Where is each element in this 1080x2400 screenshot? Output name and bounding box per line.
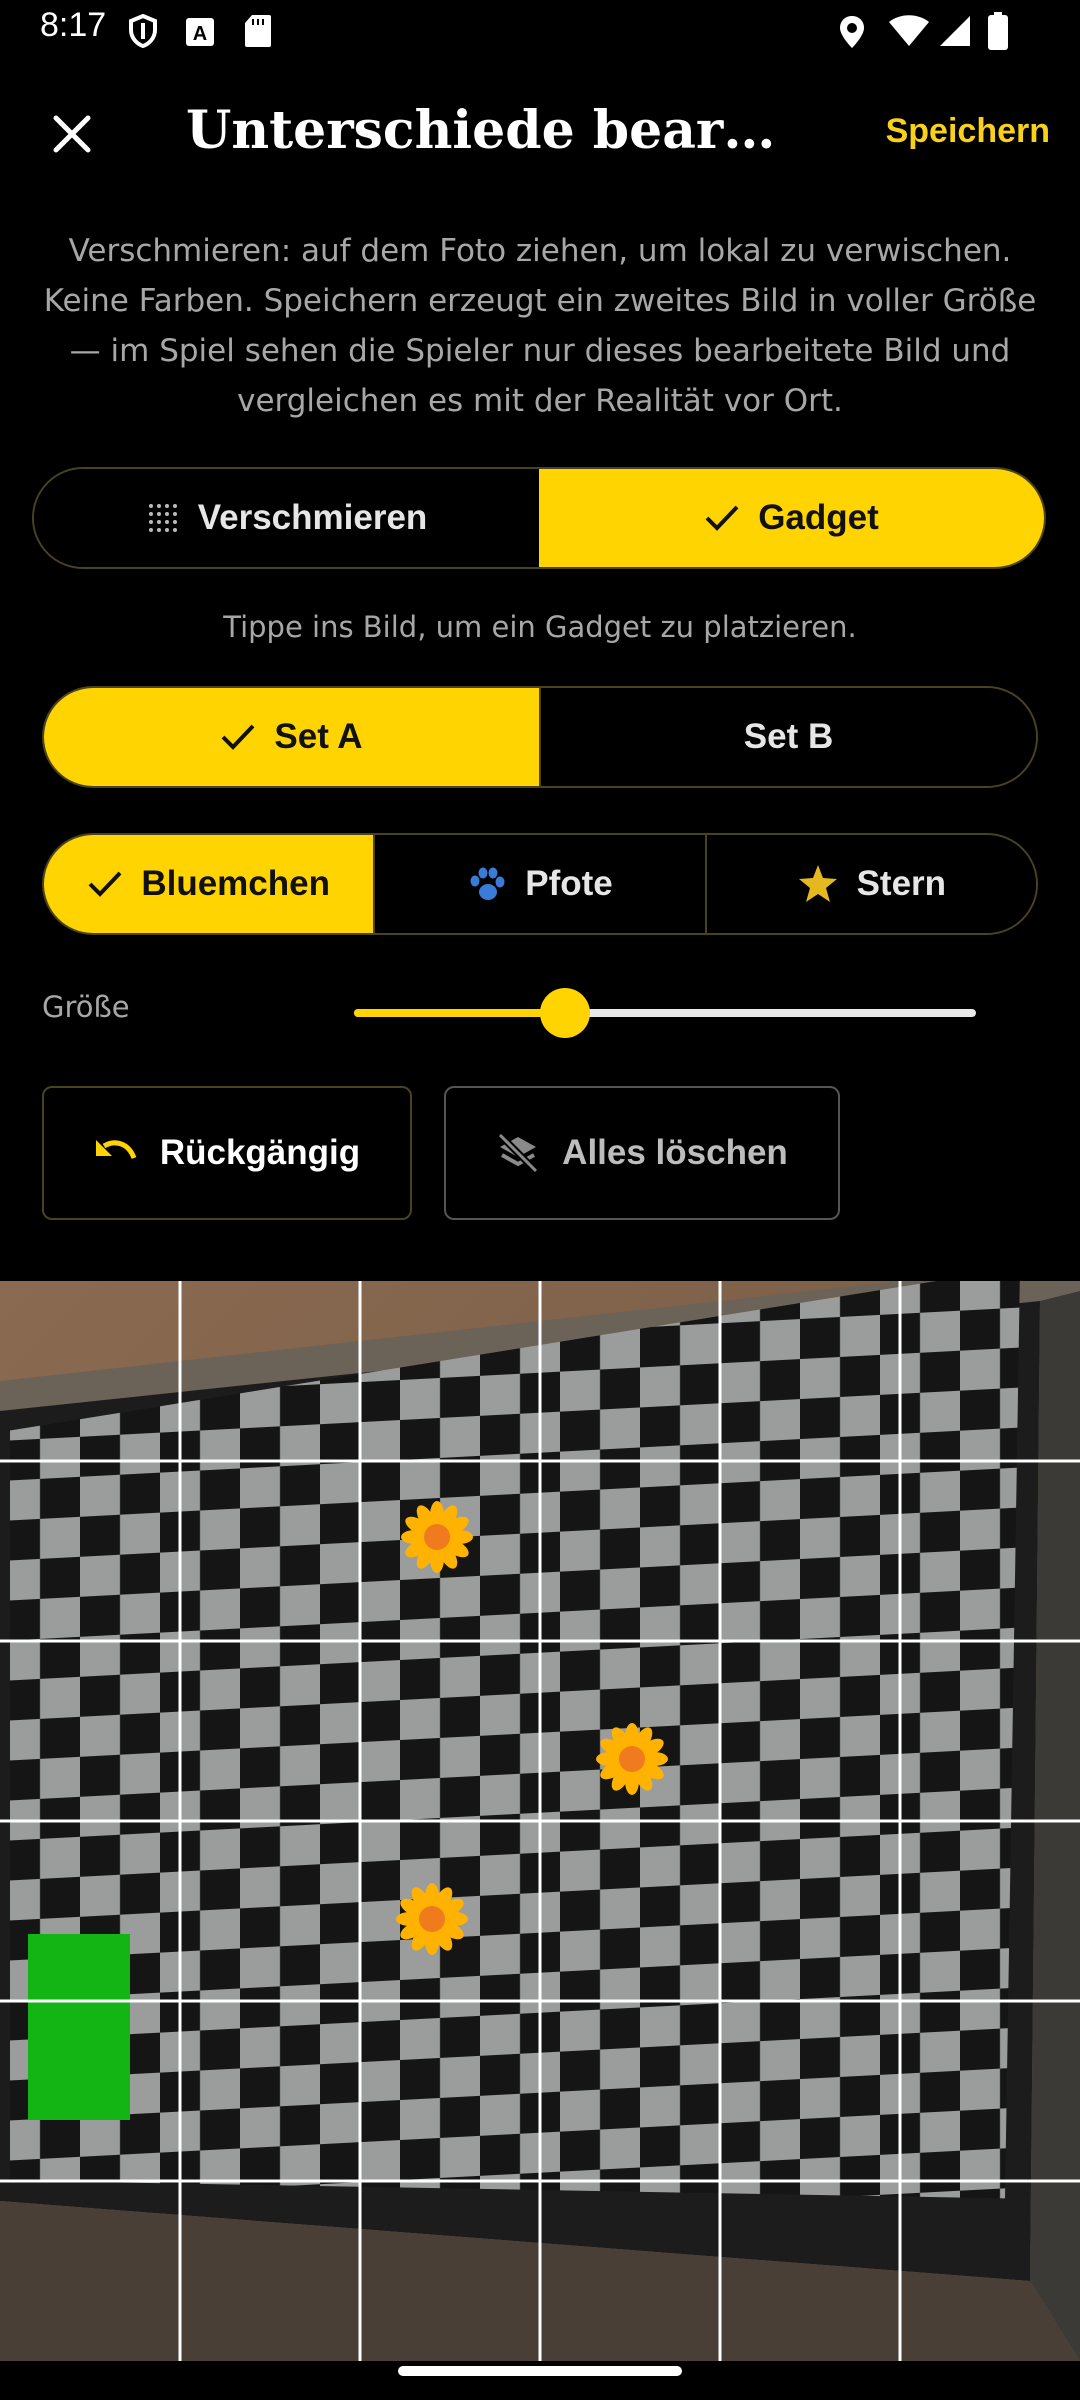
- set-toggle: Set A Set B: [42, 686, 1038, 788]
- gadget-option-label: Bluemchen: [141, 864, 330, 903]
- mode-option-label: Gadget: [758, 498, 879, 537]
- text-a-icon: A: [186, 18, 214, 50]
- signal-icon: [938, 14, 972, 52]
- save-button[interactable]: Speichern: [886, 112, 1050, 151]
- set-option-b[interactable]: Set B: [539, 688, 1036, 786]
- set-option-label: Set B: [743, 717, 834, 756]
- close-icon: [53, 115, 91, 153]
- status-time: 8:17: [40, 6, 107, 44]
- star-icon: [798, 865, 837, 902]
- set-option-label: Set A: [274, 717, 363, 756]
- green-marker: [28, 1934, 130, 2120]
- slider-fill: [354, 1009, 566, 1017]
- check-icon: [705, 505, 739, 531]
- smudge-dots-icon: [148, 504, 177, 532]
- mode-option-label: Verschmieren: [197, 498, 428, 537]
- set-option-a[interactable]: Set A: [44, 688, 539, 786]
- gadget-toggle: Bluemchen Pfote Stern: [42, 833, 1038, 935]
- undo-label: Rückgängig: [159, 1133, 361, 1172]
- page-title: Unterschiede bearbeiten: [186, 100, 806, 161]
- mode-option-gadget[interactable]: Gadget: [539, 469, 1044, 567]
- slider-thumb[interactable]: [540, 988, 591, 1038]
- battery-icon: [988, 12, 1008, 54]
- clear-all-button[interactable]: Alles löschen: [444, 1086, 840, 1220]
- check-icon: [88, 871, 122, 897]
- shield-icon: [128, 13, 158, 52]
- gadget-option-stern[interactable]: Stern: [704, 835, 1036, 933]
- clear-all-label: Alles löschen: [562, 1133, 788, 1172]
- mode-toggle: Verschmieren Gadget: [32, 467, 1046, 569]
- close-button[interactable]: [44, 106, 100, 162]
- wifi-icon: [888, 14, 930, 52]
- photo-image: [0, 1281, 1080, 2361]
- mode-option-verschmieren[interactable]: Verschmieren: [34, 469, 539, 567]
- gadget-hint: Tippe ins Bild, um ein Gadget zu platzie…: [223, 610, 857, 644]
- gadget-option-label: Stern: [856, 864, 947, 903]
- photo-canvas[interactable]: [0, 1281, 1080, 2361]
- paw-icon: [470, 867, 505, 900]
- location-icon: [838, 14, 866, 54]
- layers-clear-icon: [497, 1133, 539, 1173]
- gadget-option-bluemchen[interactable]: Bluemchen: [44, 835, 374, 933]
- svg-text:A: A: [193, 23, 207, 45]
- gadget-option-label: Pfote: [525, 864, 613, 903]
- check-icon: [221, 724, 255, 750]
- help-text: Verschmieren: auf dem Foto ziehen, um lo…: [43, 233, 1037, 419]
- undo-icon: [95, 1140, 137, 1160]
- size-label: Größe: [42, 990, 130, 1024]
- undo-button[interactable]: Rückgängig: [42, 1086, 412, 1220]
- gadget-option-pfote[interactable]: Pfote: [373, 835, 705, 933]
- size-slider[interactable]: [354, 988, 976, 1040]
- home-indicator[interactable]: [398, 2366, 682, 2376]
- status-bar: 8:17 A: [0, 0, 1080, 62]
- sd-card-icon: [244, 14, 272, 52]
